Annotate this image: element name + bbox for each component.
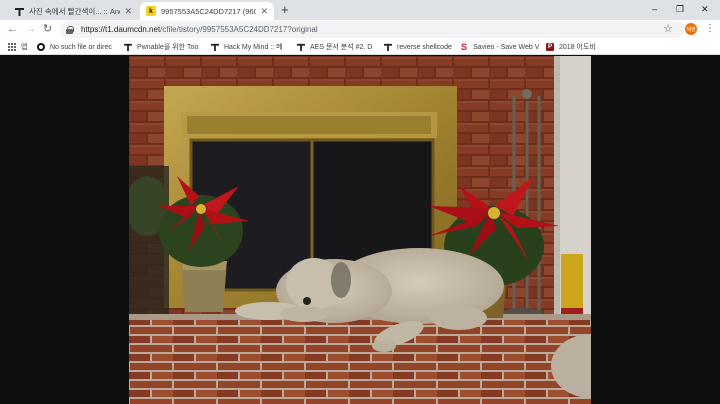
apps-icon [8, 43, 16, 51]
fireplace-dog-photo [129, 56, 591, 404]
tistory-icon [297, 43, 305, 51]
bookmark-item[interactable]: P 2018 어도비 [546, 41, 596, 53]
savieo-icon: S [460, 42, 467, 52]
restore-button[interactable]: ❐ [676, 2, 684, 16]
back-button[interactable]: ← [7, 22, 18, 37]
bookmarks-bar: 앱 No such file or direc Pwnable을 위한 Too … [0, 39, 720, 55]
new-tab-button[interactable]: + [281, 2, 289, 18]
tab-title: 9957553A5C24DD7217 (960×7 [161, 6, 257, 16]
lock-icon [66, 25, 74, 34]
tab-image[interactable]: k 9957553A5C24DD7217 (960×7 ✕ [140, 2, 274, 20]
bookmark-item[interactable]: Pwnable을 위한 Too [124, 41, 198, 53]
bookmark-star-icon[interactable]: ☆ [663, 22, 673, 35]
toolbar: ← → ↻ https://t1.daumcdn.net/cfile/tisto… [0, 20, 720, 39]
github-icon [37, 43, 45, 51]
tistory-icon [14, 6, 24, 16]
bookmark-item[interactable]: reverse shellcode [384, 41, 452, 53]
close-icon[interactable]: ✕ [260, 6, 268, 17]
close-window-button[interactable]: ✕ [701, 2, 709, 16]
pdf-icon: P [546, 43, 554, 51]
bookmark-apps[interactable]: 앱 [8, 41, 27, 53]
tistory-icon [384, 43, 392, 51]
url-text: https://t1.daumcdn.net/cfile/tistory/995… [81, 25, 318, 34]
menu-icon[interactable]: ⋮ [705, 22, 715, 36]
bookmark-item[interactable]: S Savieo - Save Web V [460, 41, 539, 53]
bookmark-item[interactable]: Hack My Mind :: 메 [211, 41, 283, 53]
image-viewer [0, 56, 720, 404]
close-icon[interactable]: ✕ [124, 6, 132, 17]
minimize-button[interactable]: – [652, 2, 657, 16]
forward-button[interactable]: → [25, 22, 36, 37]
reload-button[interactable]: ↻ [43, 22, 52, 37]
tistory-icon [211, 43, 219, 51]
profile-avatar[interactable]: 재현 [685, 23, 697, 35]
address-bar[interactable]: https://t1.daumcdn.net/cfile/tistory/995… [60, 21, 685, 38]
kakao-icon: k [146, 6, 156, 16]
tistory-icon [124, 43, 132, 51]
bookmark-item[interactable]: No such file or direc [37, 41, 112, 53]
tab-title: 사진 속에서 빨간색이... :: Anony [29, 6, 120, 16]
tab-blog-post[interactable]: 사진 속에서 빨간색이... :: Anony ✕ [8, 2, 138, 20]
tab-strip: 사진 속에서 빨간색이... :: Anony ✕ k 9957553A5C24… [0, 0, 720, 20]
bookmark-item[interactable]: AES 문서 분석 #2. D [297, 41, 372, 53]
